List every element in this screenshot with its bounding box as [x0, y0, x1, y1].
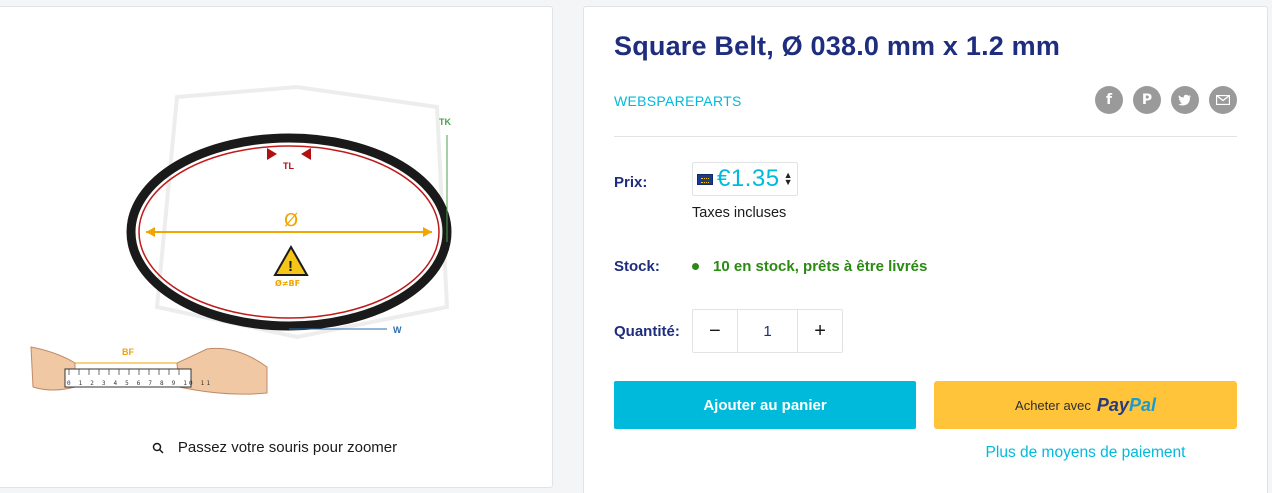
product-image[interactable]: Ø TL TK ! Ø≠BF W BF 0 1 2 3 4 5 6 7 8 9 … [0, 7, 554, 427]
zoom-hint-text: Passez votre souris pour zoomer [177, 439, 398, 456]
tk-label: TK [439, 117, 451, 127]
warning-label: Ø≠BF [275, 278, 300, 288]
product-media-card: Ø TL TK ! Ø≠BF W BF 0 1 2 3 4 5 6 7 8 9 … [0, 6, 553, 488]
product-info-card: Square Belt, Ø 038.0 mm x 1.2 mm WEBSPAR… [583, 6, 1268, 493]
diameter-label: Ø [284, 210, 298, 231]
quantity-decrease-button[interactable]: − [693, 310, 737, 352]
facebook-icon[interactable]: f [1095, 86, 1123, 114]
stock-dot-icon [692, 263, 699, 270]
tax-note: Taxes incluses [692, 205, 787, 221]
w-label: W [393, 325, 402, 335]
price-label: Prix: [614, 174, 648, 191]
divider [614, 136, 1237, 137]
currency-selector[interactable]: €1.35 ▲ ▼ [692, 162, 798, 196]
email-icon[interactable] [1209, 86, 1237, 114]
stock-status-text: 10 en stock, prêts à être livrés [713, 258, 928, 275]
paypal-logo-pal: Pal [1128, 394, 1156, 415]
paypal-logo-pay: Pay [1096, 394, 1129, 415]
twitter-icon[interactable] [1171, 86, 1199, 114]
share-buttons: f P [1095, 86, 1237, 114]
eu-flag-icon [697, 173, 713, 185]
stock-label: Stock: [614, 258, 660, 275]
vendor-link[interactable]: WEBSPAREPARTS [614, 93, 742, 109]
bf-label: BF [122, 347, 134, 357]
add-to-cart-button[interactable]: Ajouter au panier [614, 381, 916, 429]
paypal-prefix: Acheter avec [1015, 397, 1091, 413]
product-title: Square Belt, Ø 038.0 mm x 1.2 mm [614, 31, 1061, 61]
zoom-hint: Passez votre souris pour zoomer [0, 439, 552, 456]
more-payment-options-link[interactable]: Plus de moyens de paiement [934, 444, 1237, 462]
select-arrows-icon: ▲ ▼ [783, 170, 793, 187]
quantity-label: Quantité: [614, 323, 680, 340]
price-value: €1.35 [717, 165, 780, 192]
quantity-stepper: − 1 + [692, 309, 843, 353]
quantity-input[interactable]: 1 [736, 310, 799, 352]
stock-status: 10 en stock, prêts à être livrés [692, 258, 927, 275]
pinterest-icon[interactable]: P [1133, 86, 1161, 114]
search-icon [152, 442, 164, 454]
paypal-button[interactable]: Acheter avec Pay Pal [934, 381, 1237, 429]
svg-text:!: ! [288, 258, 293, 275]
ruler-numbers: 0 1 2 3 4 5 6 7 8 9 10 11 [67, 380, 212, 387]
tl-label: TL [283, 161, 294, 171]
quantity-increase-button[interactable]: + [798, 310, 842, 352]
